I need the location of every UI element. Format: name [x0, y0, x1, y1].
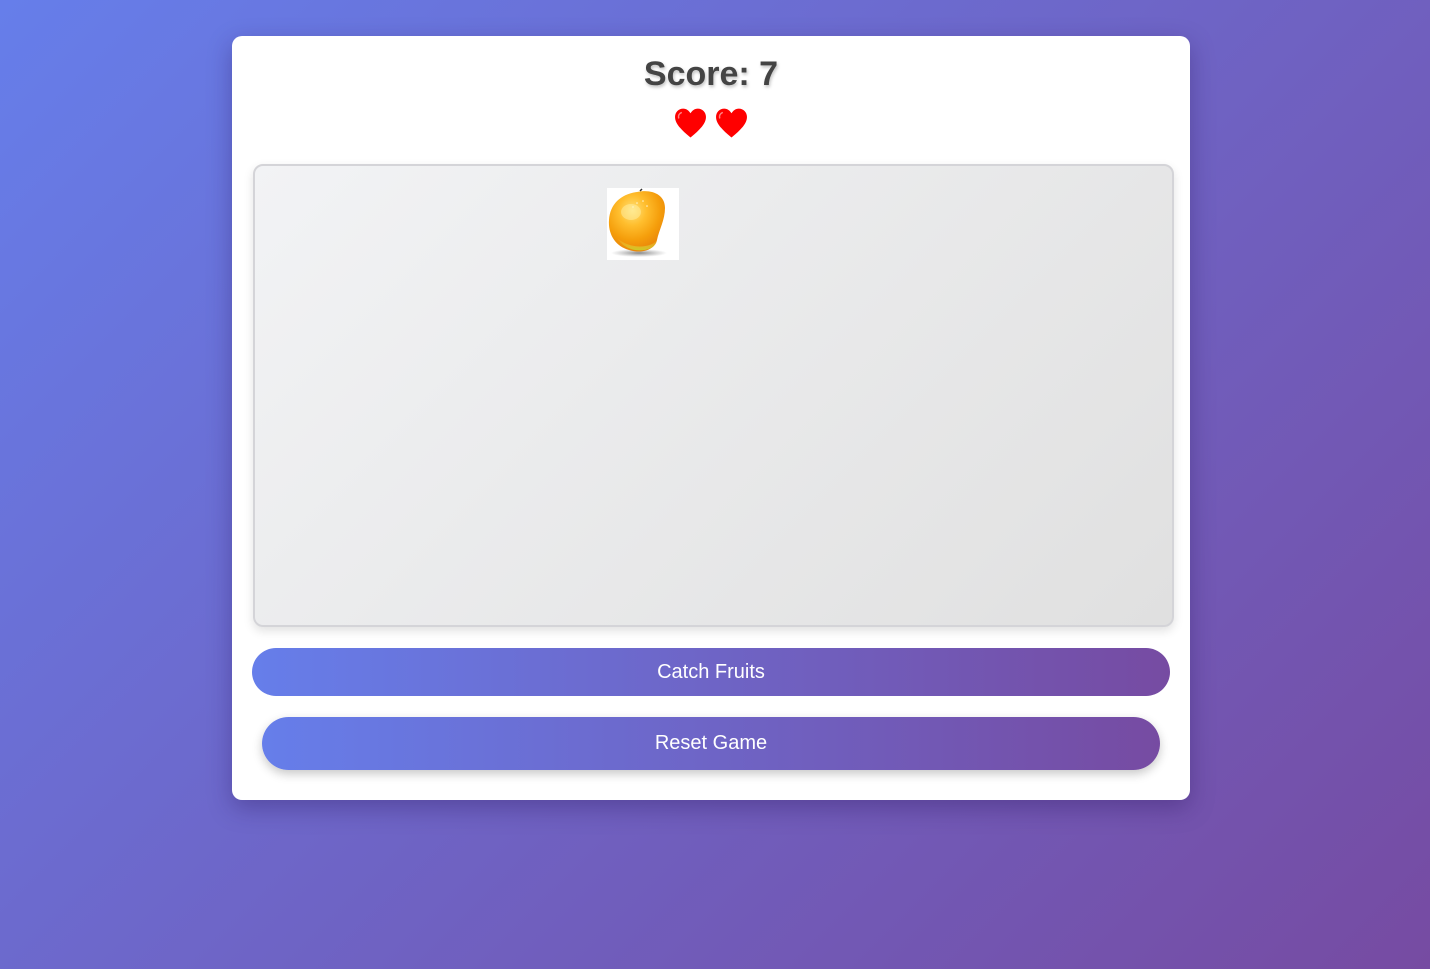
heart-icon: [715, 106, 748, 140]
reset-game-button[interactable]: Reset Game: [262, 717, 1160, 770]
catch-fruits-button[interactable]: Catch Fruits: [252, 648, 1170, 696]
lives-indicator: [232, 106, 1190, 140]
falling-fruit-mango[interactable]: [607, 188, 679, 260]
mango-icon: [607, 188, 679, 260]
game-card: Score: 7 Catch Fruits Reset Game: [232, 36, 1190, 800]
heart-icon: [674, 106, 707, 140]
game-play-area[interactable]: [253, 164, 1174, 627]
score-display: Score: 7: [643, 55, 779, 93]
